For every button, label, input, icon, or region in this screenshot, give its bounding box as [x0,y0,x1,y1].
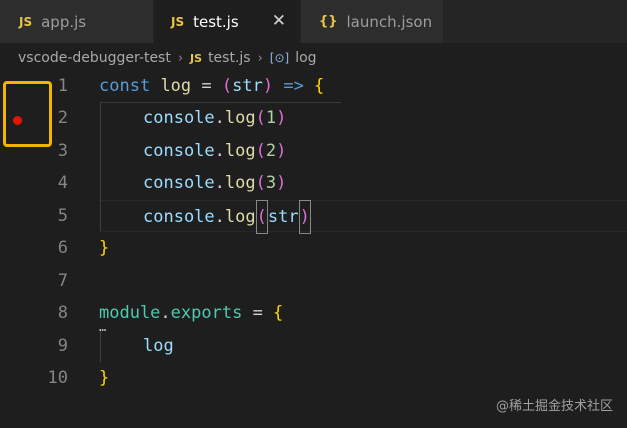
code-token: . [214,173,225,193]
bracket-match: ( [255,200,268,234]
line-number: 5 [57,206,68,226]
code-token: 3 [265,173,277,193]
tab-app-js[interactable]: JS app.js [0,0,153,43]
folded-region-ellipsis[interactable]: … [99,321,106,333]
code-line-4[interactable]: console.log(3) [143,167,286,199]
code-token: const [99,76,151,96]
line-number: 9 [57,336,68,356]
tab-test-js[interactable]: JS test.js ✕ [154,0,300,43]
code-token: => [273,76,315,96]
code-token: ( [255,141,266,161]
javascript-file-icon: JS [19,14,33,29]
javascript-file-icon: JS [190,51,203,65]
code-token: ) [276,141,287,161]
code-token: log [224,173,256,193]
code-token: log [224,108,256,128]
breadcrumb-symbol[interactable]: log [295,50,316,66]
code-token: exports [170,303,243,323]
line-number: 3 [57,141,68,161]
code-token: . [214,108,225,128]
line-number: 4 [57,173,68,193]
code-token: . [214,141,225,161]
symbol-variable-icon: [⊙] [269,51,290,65]
watermark: @稀土掘金技术社区 [495,399,613,414]
breadcrumb-folder[interactable]: vscode-debugger-test [18,50,171,66]
code-token: log [224,141,256,161]
code-token: = [242,303,274,323]
code-line-5[interactable]: console.log(str) [143,200,311,234]
code-token: . [214,207,225,227]
line-number: 7 [57,271,68,291]
chevron-right-icon: › [257,50,263,66]
line-number: 2 [57,108,68,128]
code-token: console [143,141,215,161]
tab-bar: JS app.js JS test.js ✕ {} launch.json [0,0,627,43]
code-token: console [143,108,215,128]
code-token: } [99,238,110,258]
indent-guide [100,103,101,231]
chevron-right-icon: › [177,50,184,66]
code-line-10[interactable]: } [99,362,109,394]
code-token: ) [276,108,287,128]
code-line-2[interactable]: console.log(1) [143,102,286,134]
breadcrumb-file[interactable]: test.js [208,50,251,66]
code-token: module [99,303,161,323]
code-token: console [143,207,215,227]
tab-label: app.js [41,12,87,31]
close-icon[interactable]: ✕ [272,11,286,31]
code-token: . [160,303,171,323]
line-number: 1 [57,76,68,96]
code-token: { [273,303,284,323]
code-token: log [143,336,174,356]
code-token: 2 [265,141,277,161]
line-number: 10 [47,368,68,388]
code-token: ) [276,173,287,193]
code-token: ( [255,173,266,193]
code-token: str [267,207,299,227]
tab-launch-json[interactable]: {} launch.json [301,0,443,43]
json-file-icon: {} [319,14,338,29]
code-token: ( [255,108,266,128]
tab-label: launch.json [346,12,433,31]
javascript-file-icon: JS [171,14,185,29]
code-token: console [143,173,215,193]
code-token: ( [221,76,233,96]
bracket-match: ) [298,200,311,234]
breakpoint-icon[interactable] [13,116,22,125]
code-token: = [191,76,222,96]
code-token: } [99,368,110,388]
code-token: { [314,76,325,96]
code-token: log [224,207,256,227]
indent-guide [100,330,101,362]
code-token: log [160,76,192,96]
code-token: 1 [265,108,277,128]
code-line-3[interactable]: console.log(2) [143,135,286,167]
code-token: str [232,76,263,96]
code-line-1[interactable]: const log = (str) => { [99,70,324,102]
code-line-6[interactable]: } [99,232,109,264]
breadcrumb: vscode-debugger-test › JS test.js › [⊙] … [0,43,627,73]
code-line-8[interactable]: module.exports = { [99,297,283,329]
line-number: 6 [57,238,68,258]
code-line-9[interactable]: log [143,330,174,362]
code-token: ) [262,76,274,96]
tab-label: test.js [193,12,239,31]
line-number: 8 [57,303,68,323]
